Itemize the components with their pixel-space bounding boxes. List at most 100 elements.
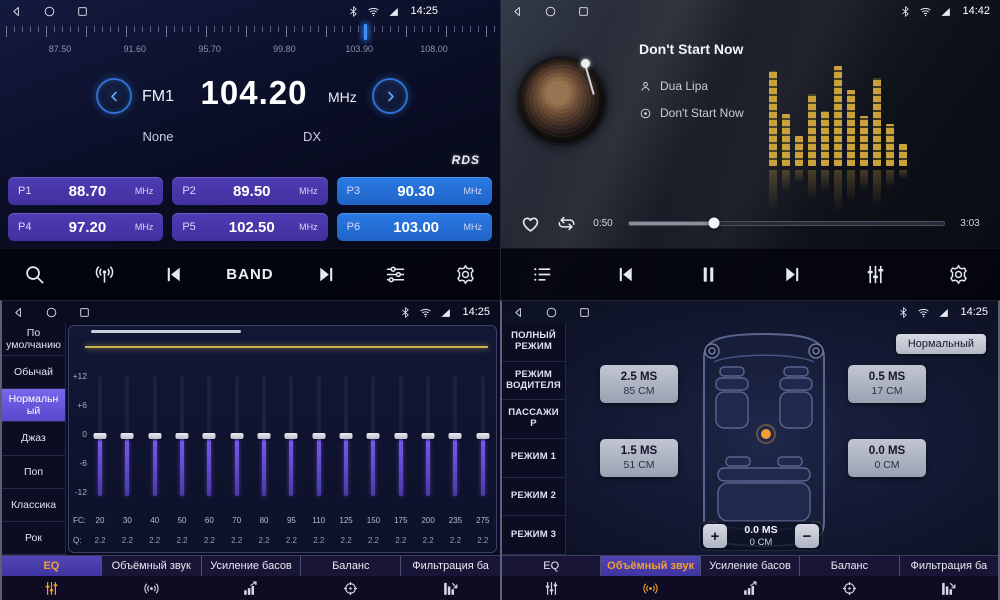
eq-preset-2[interactable]: Обычай (2, 356, 65, 389)
slider-thumb[interactable] (176, 433, 189, 439)
delay-front-left[interactable]: 2.5 MS 85 CM (600, 365, 678, 403)
tab-balance[interactable]: Баланс (800, 556, 899, 576)
filter-bars-icon[interactable] (899, 580, 998, 597)
tab-bass-boost[interactable]: Усиление басов (701, 556, 800, 576)
delay-decrease-button[interactable]: − (795, 524, 819, 548)
bass-boost-icon[interactable] (700, 580, 799, 597)
preset-p1[interactable]: P188.70MHz (8, 177, 163, 205)
eq-band-slider[interactable] (476, 376, 490, 496)
search-button[interactable] (12, 256, 58, 294)
next-track-button[interactable] (769, 256, 815, 294)
eq-band-slider[interactable] (394, 376, 408, 496)
delay-rear-right[interactable]: 0.0 MS 0 CM (848, 439, 926, 477)
scroll-indicator[interactable] (91, 330, 241, 333)
eq-sliders-icon[interactable] (502, 580, 601, 597)
previous-track-button[interactable] (603, 256, 649, 294)
frequency-scale[interactable]: 87.5091.6095.7099.80103.90108.00 (0, 24, 500, 60)
delay-rear-left[interactable]: 1.5 MS 51 CM (600, 439, 678, 477)
delay-front-right[interactable]: 0.5 MS 17 CM (848, 365, 926, 403)
listening-mode-5[interactable]: РЕЖИМ 2 (502, 478, 565, 517)
nav-recents-icon[interactable] (577, 5, 590, 18)
eq-band-slider[interactable] (175, 376, 189, 496)
nav-recents-icon[interactable] (76, 5, 89, 18)
repeat-button[interactable] (555, 212, 578, 235)
listening-mode-1[interactable]: ПОЛНЫЙ РЕЖИМ (502, 323, 565, 362)
settings-button[interactable] (935, 256, 981, 294)
nav-back-icon[interactable] (12, 306, 25, 319)
eq-band-slider[interactable] (148, 376, 162, 496)
eq-preset-6[interactable]: Классика (2, 489, 65, 522)
listening-mode-4[interactable]: РЕЖИМ 1 (502, 439, 565, 478)
listening-mode-6[interactable]: РЕЖИМ 3 (502, 516, 565, 555)
eq-band-slider[interactable] (93, 376, 107, 496)
preset-p5[interactable]: P5102.50MHz (172, 213, 327, 241)
eq-band-slider[interactable] (120, 376, 134, 496)
nav-home-icon[interactable] (544, 5, 557, 18)
preset-p3[interactable]: P390.30MHz (337, 177, 492, 205)
slider-thumb[interactable] (258, 433, 271, 439)
pause-button[interactable] (686, 256, 732, 294)
slider-thumb[interactable] (121, 433, 134, 439)
eq-band-slider[interactable] (339, 376, 353, 496)
eq-band-slider[interactable] (448, 376, 462, 496)
eq-sliders-icon[interactable] (2, 580, 102, 597)
slider-thumb[interactable] (422, 433, 435, 439)
preset-p2[interactable]: P289.50MHz (172, 177, 327, 205)
equalizer-button[interactable] (852, 256, 898, 294)
auto-scan-button[interactable] (81, 256, 127, 294)
surround-speaker-icon[interactable] (102, 580, 202, 597)
settings-button[interactable] (442, 256, 488, 294)
eq-preset-7[interactable]: Рок (2, 522, 65, 555)
slider-thumb[interactable] (449, 433, 462, 439)
favorite-button[interactable] (519, 212, 542, 235)
tab-filter[interactable]: Фильтрация ба (401, 556, 500, 576)
eq-band-slider[interactable] (366, 376, 380, 496)
tab-filter[interactable]: Фильтрация ба (900, 556, 998, 576)
nav-home-icon[interactable] (545, 306, 558, 319)
tab-surround-sound[interactable]: Объёмный звук (102, 556, 202, 576)
seek-bar-thumb[interactable] (709, 218, 720, 229)
tab-surround-sound[interactable]: Объёмный звук (601, 556, 700, 576)
nav-back-icon[interactable] (511, 5, 524, 18)
audio-settings-button[interactable] (373, 256, 419, 294)
preset-p4[interactable]: P497.20MHz (8, 213, 163, 241)
eq-band-slider[interactable] (202, 376, 216, 496)
surround-speaker-icon[interactable] (601, 580, 700, 597)
eq-preset-3[interactable]: Нормальный (2, 389, 65, 422)
nav-back-icon[interactable] (10, 5, 23, 18)
seek-down-button[interactable] (151, 256, 197, 294)
eq-band-slider[interactable] (421, 376, 435, 496)
tab-eq[interactable]: EQ (502, 556, 601, 576)
nav-recents-icon[interactable] (78, 306, 91, 319)
eq-preset-4[interactable]: Джаз (2, 422, 65, 455)
listening-mode-2[interactable]: РЕЖИМ ВОДИТЕЛЯ (502, 362, 565, 401)
slider-thumb[interactable] (394, 433, 407, 439)
seek-up-button[interactable] (303, 256, 349, 294)
balance-target-icon[interactable] (800, 580, 899, 597)
tab-bass-boost[interactable]: Усиление басов (202, 556, 302, 576)
tune-up-button[interactable] (372, 78, 408, 114)
sound-profile-button[interactable]: Нормальный (896, 334, 986, 354)
eq-preset-5[interactable]: Поп (2, 456, 65, 489)
playlist-button[interactable] (520, 256, 566, 294)
band-button[interactable]: BAND (220, 256, 279, 294)
delay-increase-button[interactable]: + (703, 524, 727, 548)
eq-band-slider[interactable] (257, 376, 271, 496)
tab-balance[interactable]: Баланс (301, 556, 401, 576)
nav-home-icon[interactable] (43, 5, 56, 18)
filter-bars-icon[interactable] (400, 580, 500, 597)
eq-preset-1[interactable]: По умолчанию (2, 323, 65, 356)
slider-thumb[interactable] (367, 433, 380, 439)
tab-eq[interactable]: EQ (2, 556, 102, 576)
slider-thumb[interactable] (230, 433, 243, 439)
balance-target-icon[interactable] (301, 580, 401, 597)
slider-thumb[interactable] (476, 433, 489, 439)
preset-p6[interactable]: P6103.00MHz (337, 213, 492, 241)
eq-band-slider[interactable] (284, 376, 298, 496)
eq-band-slider[interactable] (312, 376, 326, 496)
bass-boost-icon[interactable] (201, 580, 301, 597)
slider-thumb[interactable] (285, 433, 298, 439)
seek-bar[interactable] (628, 221, 945, 226)
listening-mode-3[interactable]: ПАССАЖИР (502, 400, 565, 439)
eq-band-slider[interactable] (230, 376, 244, 496)
